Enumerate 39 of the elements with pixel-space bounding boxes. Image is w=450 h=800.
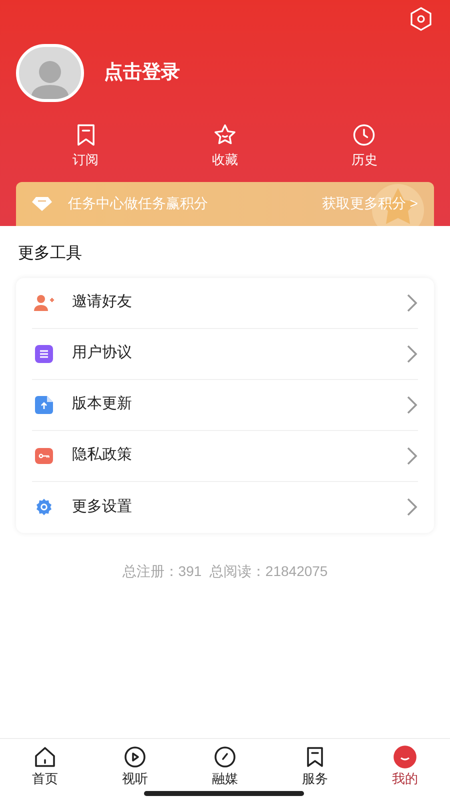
clock-icon bbox=[351, 122, 378, 148]
menu-item[interactable]: 用户协议 bbox=[32, 328, 418, 380]
shortcut-button[interactable]: 订阅 bbox=[16, 122, 156, 170]
tab[interactable]: 我的 bbox=[360, 745, 450, 800]
upload-file-icon bbox=[35, 396, 53, 414]
shortcut-button[interactable]: 收藏 bbox=[155, 122, 295, 170]
play-icon bbox=[123, 745, 147, 769]
add-user-icon bbox=[33, 294, 55, 312]
tab[interactable]: 首页 bbox=[0, 745, 90, 800]
home-icon bbox=[33, 745, 57, 769]
key-icon bbox=[35, 448, 53, 464]
document-icon bbox=[35, 344, 53, 362]
chevron-right-icon bbox=[406, 292, 418, 312]
stats-text: 总注册：391 总阅读：21842075 bbox=[121, 562, 329, 580]
shortcut-button[interactable]: 历史 bbox=[294, 122, 434, 170]
menu-item[interactable]: 邀请好友 bbox=[32, 278, 418, 328]
gear-icon bbox=[35, 498, 53, 516]
menu-item-label: 邀请好友 bbox=[72, 292, 133, 312]
tab[interactable]: 服务 bbox=[270, 745, 360, 800]
menu-item[interactable]: 更多设置 bbox=[32, 482, 418, 532]
task-banner-text: 任务中心做任务赢积分 bbox=[68, 194, 209, 213]
menu-item-label: 更多设置 bbox=[72, 496, 133, 517]
menu-item-label: 用户协议 bbox=[72, 343, 133, 364]
chevron-right-icon bbox=[406, 446, 418, 466]
menu-item-label: 隐私政策 bbox=[72, 445, 133, 466]
settings-icon[interactable] bbox=[408, 6, 434, 32]
chevron-right-icon bbox=[406, 497, 418, 517]
gauge-icon bbox=[213, 745, 237, 769]
menu-item-label: 版本更新 bbox=[72, 394, 133, 414]
tab[interactable]: 视听 bbox=[90, 745, 180, 800]
menu-item[interactable]: 版本更新 bbox=[32, 380, 418, 430]
face-icon bbox=[393, 745, 417, 769]
login-link[interactable]: 点击登录 bbox=[104, 58, 180, 88]
chevron-right-icon bbox=[406, 394, 418, 414]
section-title: 更多工具 bbox=[18, 244, 83, 264]
menu-item[interactable]: 隐私政策 bbox=[32, 430, 418, 482]
diamond-icon bbox=[32, 196, 52, 210]
chevron-right-icon bbox=[406, 344, 418, 364]
tab[interactable]: 融媒 bbox=[180, 745, 270, 800]
